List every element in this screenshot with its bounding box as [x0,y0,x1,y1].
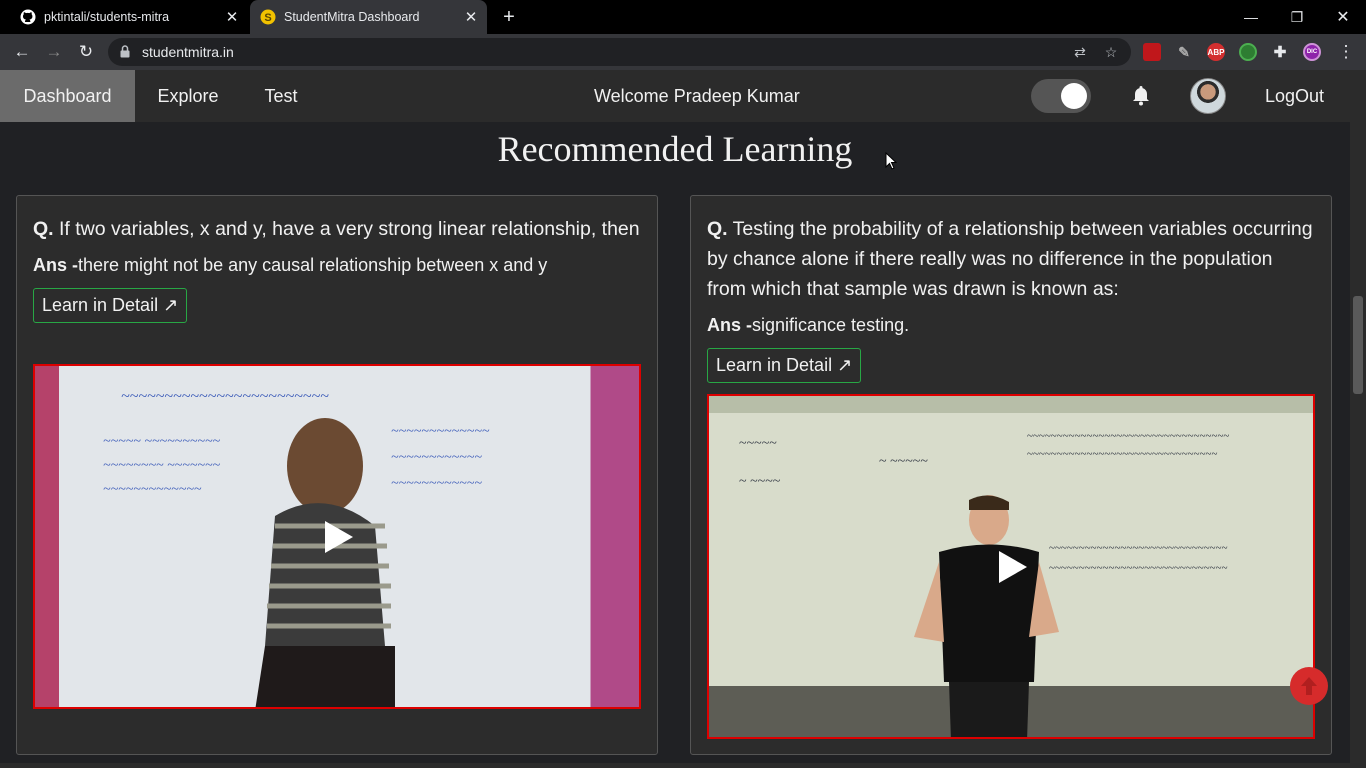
translate-icon[interactable]: ⇄ [1072,44,1088,60]
a-prefix: Ans - [707,315,752,335]
forward-icon[interactable]: → [42,40,66,64]
answer-text: Ans -significance testing. [707,312,1315,338]
q-prefix: Q. [707,218,728,240]
question-text: Q. Testing the probability of a relation… [707,214,1315,304]
learn-in-detail-button[interactable]: Learn in Detail ↗ [33,288,188,323]
menu-kebab-icon[interactable]: ⋮ [1334,40,1358,64]
nav-dashboard[interactable]: Dashboard [0,70,135,122]
scroll-to-top-button[interactable] [1290,667,1328,705]
whiteboard-scribble: ~~~~~~~~ ~~~~~~~ [103,458,221,473]
tab-title: StudentMitra Dashboard [284,10,420,24]
ublock-icon[interactable] [1143,43,1161,61]
whiteboard-scribble: ~~~~~~~~~~~~~~~~~~~~~~~~~~~~~~ [1049,542,1228,554]
tab-title: pktintali/students-mitra [44,10,170,24]
video-player[interactable]: ~~~~~ ~ ~~~~ ~ ~~~~~ ~~~~~~~~~~~~~~~~~~~… [707,394,1315,739]
target-icon[interactable] [1239,43,1257,61]
browser-toolbar: ← → ↻ studentmitra.in ⇄ ☆ ✎ ABP ✚ DIC ⋮ [0,34,1366,70]
question-body: If two variables, x and y, have a very s… [59,218,640,240]
site-navbar: Dashboard Explore Test Welcome Pradeep K… [0,70,1350,122]
section-title: Recommended Learning [497,129,853,169]
whiteboard-scribble: ~~~~~~~~~~~~~~~~~~~~~~~~ [121,388,329,405]
whiteboard-scribble: ~ ~~~~ [739,474,781,489]
learn-in-detail-button[interactable]: Learn in Detail ↗ [707,348,862,383]
profile-icon[interactable]: DIC [1303,43,1321,61]
whiteboard-scribble: ~~~~~~~~~~~~~~~~~~~~~~~~~~~~~~ [1049,562,1228,574]
nav-test[interactable]: Test [252,70,310,122]
page-content: Dashboard Explore Test Welcome Pradeep K… [0,70,1350,768]
question-body: Testing the probability of a relationshi… [707,218,1313,300]
reload-icon[interactable]: ↻ [74,40,98,64]
answer-body: there might not be any causal relationsh… [78,255,548,275]
toggle-knob [1061,83,1087,109]
whiteboard-scribble: ~~~~~~~~~~~~~ [391,424,490,439]
address-bar[interactable]: studentmitra.in ⇄ ☆ [108,38,1131,66]
browser-tab-strip: pktintali/students-mitra ✕ S StudentMitr… [0,0,1366,34]
close-icon[interactable]: ✕ [220,8,244,26]
tab-studentmitra[interactable]: S StudentMitra Dashboard ✕ [250,0,487,34]
svg-text:S: S [264,12,271,24]
back-icon[interactable]: ← [10,40,34,64]
studentmitra-favicon: S [260,9,276,25]
url-text: studentmitra.in [142,44,234,60]
close-icon[interactable]: ✕ [459,8,483,26]
question-text: Q. If two variables, x and y, have a ver… [33,214,641,244]
tab-github[interactable]: pktintali/students-mitra ✕ [8,0,248,34]
answer-body: significance testing. [752,315,910,335]
mouse-cursor-icon [885,151,898,175]
learning-card: Q. Testing the probability of a relation… [690,195,1332,755]
play-icon[interactable] [999,550,1027,583]
abp-icon[interactable]: ABP [1207,43,1225,61]
logout-link[interactable]: LogOut [1265,70,1324,122]
puzzle-icon[interactable]: ✚ [1271,43,1289,61]
github-icon [20,9,36,25]
lock-icon [120,45,130,63]
learning-card: Q. If two variables, x and y, have a ver… [16,195,658,755]
answer-text: Ans -there might not be any causal relat… [33,252,641,278]
whiteboard-scribble: ~~~~~~~~~~~~~ [103,482,202,497]
avatar[interactable] [1190,78,1226,114]
minimize-icon[interactable]: — [1228,0,1274,34]
whiteboard-scribble: ~~~~~ ~~~~~~~~~~ [103,434,221,449]
whiteboard-scribble: ~ ~~~~~ [879,454,928,469]
horizontal-scrollbar[interactable] [0,763,1350,768]
bookmark-star-icon[interactable]: ☆ [1103,44,1119,60]
restore-icon[interactable]: ❐ [1274,0,1320,34]
presenter-figure [909,492,1059,737]
nav-explore[interactable]: Explore [140,70,236,122]
window-close-icon[interactable]: ✕ [1320,0,1366,34]
whiteboard-scribble: ~~~~~~~~~~~~ [391,450,482,465]
presenter-figure [245,416,395,707]
whiteboard-scribble: ~~~~~ [739,436,777,451]
pen-icon[interactable]: ✎ [1175,43,1193,61]
vertical-scrollbar[interactable] [1350,70,1366,768]
arrow-up-icon [1301,677,1317,695]
whiteboard-scribble: ~~~~~~~~~~~~~~~~~~~~~~~~~~~~~~~~~~ [1027,430,1230,442]
new-tab-icon[interactable]: + [498,6,520,28]
whiteboard-scribble: ~~~~~~~~~~~~~~~~~~~~~~~~~~~~~~~~ [1027,448,1218,460]
whiteboard-scribble: ~~~~~~~~~~~~ [391,476,482,491]
a-prefix: Ans - [33,255,78,275]
bell-icon[interactable] [1130,84,1152,106]
welcome-text: Welcome Pradeep Kumar [594,86,800,106]
dark-mode-toggle[interactable] [1031,79,1091,113]
play-icon[interactable] [325,520,353,553]
q-prefix: Q. [33,218,54,240]
scrollbar-thumb[interactable] [1353,296,1363,394]
video-player[interactable]: ~~~~~~~~~~~~~~~~~~~~~~~~ ~~~~~ ~~~~~~~~~… [33,364,641,709]
